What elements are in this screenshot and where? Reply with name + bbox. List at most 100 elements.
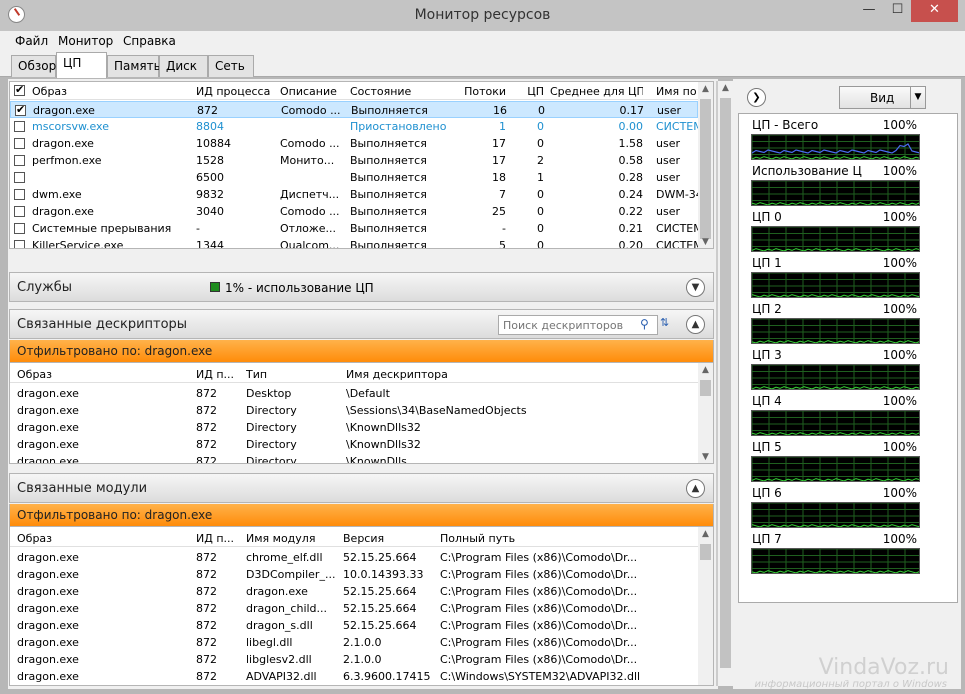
tab-overview[interactable]: Обзор (11, 55, 56, 77)
col-image[interactable]: Образ (17, 532, 187, 545)
cell-description: Comodo ... (281, 104, 341, 117)
col-pid[interactable]: ИД п... (196, 368, 240, 381)
cell-image: dragon.exe (17, 670, 79, 683)
scroll-thumb[interactable] (700, 380, 711, 396)
tab-disk[interactable]: Диск (159, 55, 208, 77)
table-row[interactable]: dragon.exe 872 Directory \Sessions\34\BaseN… (10, 402, 698, 419)
table-row[interactable]: dragon.exe 872 Directory \KnownDlls32 (10, 419, 698, 436)
scroll-thumb[interactable] (700, 99, 711, 239)
col-pid[interactable]: ИД п... (196, 532, 240, 545)
table-row[interactable]: dragon.exe 872 dragon_s.dll 52.15.25.664 C:\… (10, 617, 698, 634)
graph-percent: 100% (882, 440, 917, 454)
table-row[interactable]: dragon.exe 872 dragon_child... 52.15.25.664… (10, 600, 698, 617)
cell-pid: 872 (196, 636, 217, 649)
modules-section[interactable]: Связанные модули ▲ (9, 473, 714, 503)
close-button[interactable]: ✕ (911, 0, 958, 22)
scroll-up-icon[interactable]: ▲ (698, 363, 713, 378)
col-user[interactable]: Имя по (656, 85, 698, 98)
cell-module-name: dragon_s.dll (246, 619, 313, 632)
handles-scrollbar[interactable]: ▲ ▼ (698, 363, 713, 463)
table-row[interactable]: dragon.exe 872 Desktop \Default (10, 385, 698, 402)
cell-pid: 1528 (196, 154, 224, 167)
view-dropdown-icon[interactable]: ▼ (910, 86, 926, 109)
tab-network[interactable]: Сеть (208, 55, 254, 77)
handles-search-input[interactable] (498, 315, 658, 335)
row-checkbox[interactable] (14, 172, 25, 183)
table-row[interactable]: dragon.exe 10884 Comodo ... Выполняется 17 0 1… (10, 135, 698, 152)
col-pid[interactable]: ИД процесса (196, 85, 276, 98)
refresh-icon[interactable]: ⇅ (660, 316, 669, 329)
services-section[interactable]: Службы 1% - использование ЦП ▼ (9, 272, 714, 302)
table-row[interactable]: dragon.exe 872 dragon.exe 52.15.25.664 C:\Pr… (10, 583, 698, 600)
row-checkbox[interactable] (14, 206, 25, 217)
table-row[interactable]: perfmon.exe 1528 Монито... Выполняется 17 2 0.… (10, 152, 698, 169)
table-row[interactable]: dragon.exe 872 ADVAPI32.dll 6.3.9600.17415 C… (10, 668, 698, 685)
col-module-name[interactable]: Имя модуля (246, 532, 336, 545)
table-row[interactable]: dragon.exe 872 libglesv2.dll 2.1.0.0 C:\Prog… (10, 651, 698, 668)
processes-scrollbar[interactable]: ▲ ▼ (698, 82, 713, 248)
row-checkbox[interactable] (14, 189, 25, 200)
scroll-up-icon[interactable]: ▲ (698, 82, 713, 97)
row-checkbox[interactable] (15, 103, 26, 116)
table-row[interactable]: dragon.exe 3040 Comodo ... Выполняется 25 0 0.… (10, 203, 698, 220)
cell-image: dragon.exe (17, 619, 79, 632)
cell-avg-cpu: 0.28 (618, 171, 644, 184)
cell-image: perfmon.exe (32, 154, 102, 167)
menu-help[interactable]: Справка (123, 34, 176, 48)
col-cpu[interactable]: ЦП (510, 85, 544, 98)
table-row[interactable]: dragon.exe 872 D3DCompiler_... 10.0.14393.3… (10, 566, 698, 583)
cell-state: Выполняется (350, 171, 427, 184)
table-row[interactable]: dragon.exe 872 libegl.dll 2.1.0.0 C:\Program… (10, 634, 698, 651)
row-checkbox[interactable] (14, 223, 25, 234)
chevron-up-icon[interactable]: ▲ (686, 315, 705, 334)
minimize-button[interactable]: — (855, 0, 883, 22)
scroll-thumb[interactable] (720, 98, 731, 668)
table-row[interactable]: Системные прерывания - Отложе... Выполняетс… (10, 220, 698, 237)
col-version[interactable]: Версия (343, 532, 433, 545)
chevron-right-icon[interactable]: ❯ (747, 88, 766, 107)
table-row[interactable]: dragon.exe 872 Comodo ... Выполняется 16 0 0.1… (10, 101, 698, 118)
col-state[interactable]: Состояние (350, 85, 450, 98)
chevron-down-icon[interactable]: ▼ (686, 278, 705, 297)
tab-cpu[interactable]: ЦП (56, 52, 107, 78)
scroll-up-icon[interactable]: ▲ (718, 81, 733, 96)
cell-image: dragon.exe (17, 636, 79, 649)
menu-file[interactable]: Файл (15, 34, 48, 48)
maximize-button[interactable]: ☐ (884, 0, 911, 22)
table-row[interactable]: KillerService.exe 1344 Qualcom... Выполняет… (10, 237, 698, 248)
menu-monitor[interactable]: Монитор (58, 34, 113, 48)
cell-state: Выполняется (351, 104, 428, 117)
tab-memory[interactable]: Память (107, 55, 161, 77)
handles-section[interactable]: Связанные дескрипторы ⚲ ⇅ ▲ (9, 309, 714, 339)
col-type[interactable]: Тип (246, 368, 336, 381)
col-image[interactable]: Образ (32, 85, 182, 98)
search-icon[interactable]: ⚲ (640, 317, 649, 331)
select-all-checkbox[interactable] (14, 83, 25, 96)
col-full-path[interactable]: Полный путь (440, 532, 640, 545)
row-checkbox[interactable] (14, 138, 25, 149)
scroll-up-icon[interactable]: ▲ (698, 527, 713, 542)
main-scrollbar[interactable]: ▲ (718, 81, 733, 686)
cell-full-path: C:\Program Files (x86)\Comodo\Dr... (440, 602, 638, 615)
col-threads[interactable]: Потоки (450, 85, 506, 98)
table-row[interactable]: dragon.exe 872 Directory \KnownDlls32 (10, 436, 698, 453)
row-checkbox[interactable] (14, 240, 25, 248)
cell-avg-cpu: 0.21 (618, 222, 644, 235)
table-row[interactable]: 6500 Выполняется 18 1 0.28 user (10, 169, 698, 186)
col-description[interactable]: Описание (280, 85, 345, 98)
cell-full-path: C:\Program Files (x86)\Comodo\Dr... (440, 636, 638, 649)
scroll-down-icon[interactable]: ▼ (698, 235, 713, 248)
col-handle-name[interactable]: Имя дескриптора (346, 368, 646, 381)
modules-scrollbar[interactable]: ▲ (698, 527, 713, 685)
col-image[interactable]: Образ (17, 368, 187, 381)
table-row[interactable]: dragon.exe 872 Directory \KnownDlls (10, 453, 698, 463)
scroll-thumb[interactable] (700, 544, 711, 560)
row-checkbox[interactable] (14, 121, 25, 132)
table-row[interactable]: dragon.exe 872 chrome_elf.dll 52.15.25.664 C… (10, 549, 698, 566)
table-row[interactable]: dwm.exe 9832 Диспетч... Выполняется 7 0 0.24 DW… (10, 186, 698, 203)
row-checkbox[interactable] (14, 155, 25, 166)
scroll-down-icon[interactable]: ▼ (698, 450, 713, 463)
table-row[interactable]: mscorsvw.exe 8804 Приостановлено 1 0 0.00 СИСТ… (10, 118, 698, 135)
col-avg-cpu[interactable]: Среднее для ЦП (550, 85, 643, 98)
chevron-up-icon[interactable]: ▲ (686, 479, 705, 498)
